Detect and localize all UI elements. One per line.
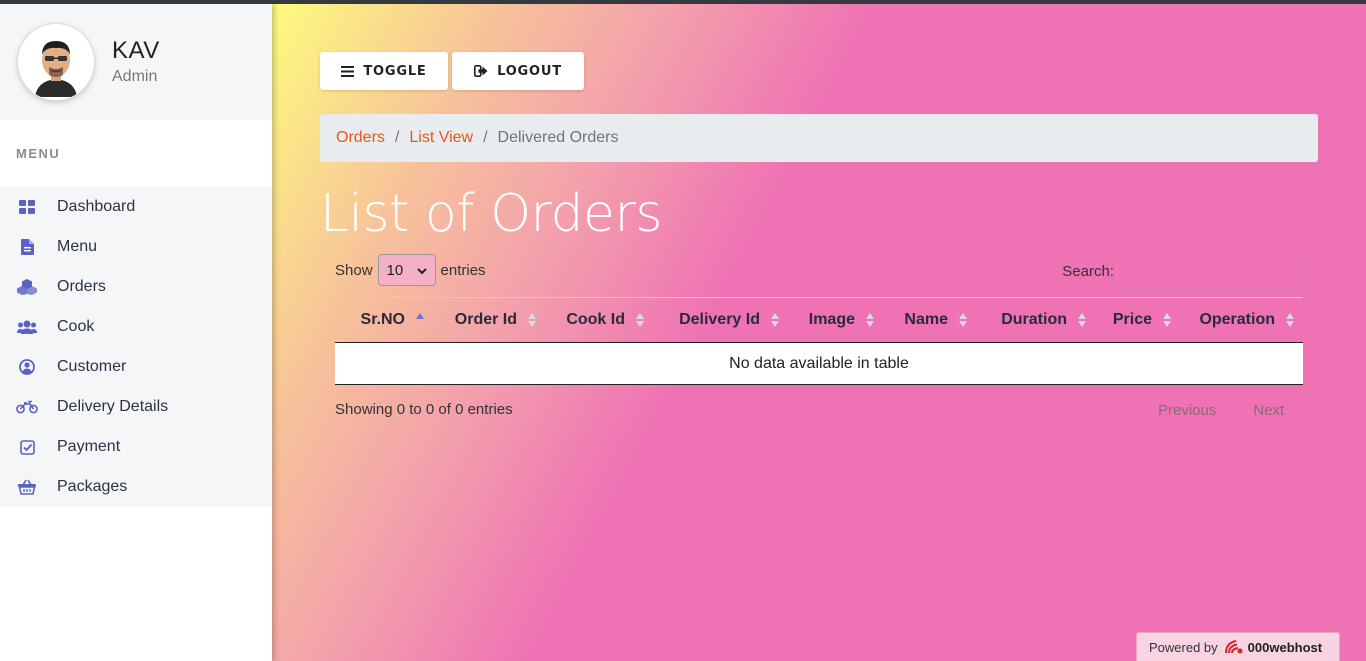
profile-text: KAV Admin — [112, 37, 160, 87]
column-header-name[interactable]: Name — [883, 298, 976, 343]
sidebar-menu: Dashboard Menu Orders Cook Customer Deli… — [0, 187, 272, 507]
column-header-delivery-id[interactable]: Delivery Id — [653, 298, 788, 343]
page-length-select[interactable]: 10 — [377, 254, 436, 286]
powered-by-badge[interactable]: Powered by 000webhost — [1136, 632, 1340, 661]
basket-icon — [16, 478, 38, 496]
powered-by-brand: 000webhost — [1247, 639, 1323, 655]
entries-label: entries — [440, 261, 486, 279]
column-header-price[interactable]: Price — [1095, 298, 1180, 343]
sidebar-item-menu[interactable]: Menu — [0, 227, 272, 267]
column-header-image[interactable]: Image — [788, 298, 883, 343]
sidebar-item-label: Packages — [57, 478, 128, 495]
sort-icon — [527, 312, 537, 328]
sidebar-item-label: Customer — [57, 358, 127, 375]
table-empty-row: No data available in table — [335, 343, 1303, 385]
search-label: Search: — [1062, 262, 1114, 280]
sort-icon — [635, 312, 645, 328]
column-header-operation[interactable]: Operation — [1180, 298, 1303, 343]
page-length-control: Show 10 entries — [335, 254, 486, 286]
sign-out-icon — [474, 65, 488, 77]
motorcycle-icon — [16, 398, 38, 416]
sidebar-item-label: Dashboard — [57, 198, 136, 215]
profile-role: Admin — [112, 68, 158, 85]
table-header: Sr.NO Order Id Cook Id Delivery Id Image… — [335, 298, 1303, 343]
column-header-sr-no[interactable]: Sr.NO — [335, 298, 433, 343]
show-label: Show — [335, 261, 373, 279]
column-header-cook-id[interactable]: Cook Id — [545, 298, 653, 343]
sidebar-item-label: Cook — [57, 318, 95, 335]
column-header-order-id[interactable]: Order Id — [433, 298, 545, 343]
sidebar: KAV Admin MENU Dashboard Menu Orders Coo… — [0, 4, 272, 661]
breadcrumb-link-list-view[interactable]: List View — [409, 129, 473, 147]
column-header-duration[interactable]: Duration — [976, 298, 1095, 343]
sidebar-item-dashboard[interactable]: Dashboard — [0, 187, 272, 227]
webhost-logo-icon — [1224, 639, 1244, 655]
sidebar-item-label: Orders — [57, 278, 106, 295]
chevron-down-icon — [416, 262, 427, 279]
sidebar-item-packages[interactable]: Packages — [0, 467, 272, 507]
hamburger-icon — [341, 65, 355, 77]
boxes-icon — [16, 278, 38, 296]
users-icon — [16, 318, 38, 336]
orders-table: Sr.NO Order Id Cook Id Delivery Id Image… — [335, 297, 1303, 385]
menu-heading: MENU — [16, 146, 61, 161]
dashboard-grid-icon — [16, 198, 38, 216]
previous-button[interactable]: Previous — [1158, 402, 1216, 419]
sidebar-item-label: Payment — [57, 438, 121, 455]
main-content: TOGGLE LOGOUT Orders / List View / Deliv… — [272, 4, 1366, 661]
breadcrumb-separator: / — [483, 129, 488, 146]
sort-asc-icon — [415, 312, 425, 328]
search-input[interactable] — [1117, 253, 1303, 289]
sidebar-item-orders[interactable]: Orders — [0, 267, 272, 307]
sidebar-item-label: Menu — [57, 238, 98, 255]
avatar — [17, 23, 95, 101]
sort-icon — [958, 312, 968, 328]
sort-icon — [770, 312, 780, 328]
profile-card: KAV Admin — [0, 4, 272, 120]
toggle-button[interactable]: TOGGLE — [320, 52, 448, 90]
logout-button-label: LOGOUT — [497, 63, 562, 79]
pagination: Previous Next — [1158, 402, 1284, 419]
page-length-value: 10 — [386, 261, 404, 279]
breadcrumb-link-orders[interactable]: Orders — [336, 129, 385, 147]
sidebar-item-delivery-details[interactable]: Delivery Details — [0, 387, 272, 427]
check-square-icon — [16, 438, 38, 456]
next-button[interactable]: Next — [1253, 402, 1284, 419]
sidebar-item-label: Delivery Details — [57, 398, 169, 415]
document-icon — [16, 238, 38, 256]
breadcrumb: Orders / List View / Delivered Orders — [320, 114, 1318, 162]
table-search: Search: — [1062, 253, 1303, 289]
table-info: Showing 0 to 0 of 0 entries — [335, 401, 513, 418]
logout-button[interactable]: LOGOUT — [452, 52, 584, 90]
sort-icon — [1077, 312, 1087, 328]
toggle-button-label: TOGGLE — [363, 63, 427, 79]
profile-name: KAV — [112, 37, 160, 64]
sort-icon — [1162, 312, 1172, 328]
avatar-illustration-icon — [21, 27, 91, 97]
breadcrumb-current: Delivered Orders — [497, 129, 619, 146]
top-border — [0, 0, 1366, 4]
powered-by-label: Powered by — [1149, 639, 1218, 655]
sidebar-item-cook[interactable]: Cook — [0, 307, 272, 347]
sidebar-item-payment[interactable]: Payment — [0, 427, 272, 467]
sort-icon — [865, 312, 875, 328]
user-circle-icon — [16, 358, 38, 376]
sort-icon — [1285, 312, 1295, 328]
sidebar-item-customer[interactable]: Customer — [0, 347, 272, 387]
breadcrumb-separator: / — [394, 129, 400, 146]
page-title: List of Orders — [320, 184, 662, 244]
